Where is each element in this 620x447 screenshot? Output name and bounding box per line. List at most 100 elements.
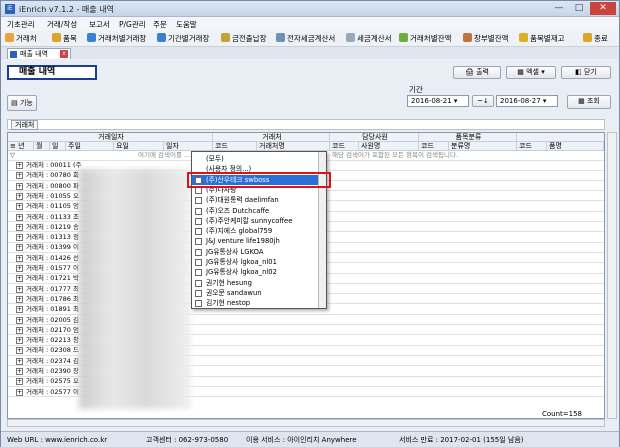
expand-icon[interactable]: + — [16, 244, 23, 252]
toolbar-warehouse-balance-button[interactable]: 창부별잔액 — [463, 33, 509, 45]
expand-icon[interactable]: + — [16, 162, 23, 169]
toolbar-invoice-button[interactable]: 세금계산서 — [346, 33, 392, 45]
maximize-button[interactable]: □ — [569, 2, 589, 15]
dropdown-item[interactable]: 권오문 sandawun — [192, 288, 318, 298]
checkbox[interactable] — [195, 217, 202, 225]
col-employee-name[interactable]: 사원명 — [359, 142, 419, 150]
dropdown-item[interactable]: JG유통상사 lgkoa_nl02 — [192, 267, 318, 277]
expand-icon[interactable]: + — [16, 378, 23, 386]
col-category-name[interactable]: 분류명 — [449, 142, 517, 150]
checkbox[interactable] — [195, 300, 202, 308]
minimize-button[interactable]: — — [549, 2, 569, 15]
dropdown-item[interactable]: (모두) — [192, 154, 318, 164]
checkbox[interactable] — [195, 197, 202, 205]
dropdown-item-label: (주)오즈 Dutchcaffe — [206, 206, 270, 215]
menu-item-order[interactable]: 주문 — [153, 19, 167, 30]
date-to-field[interactable]: 2016-08-27 ▾ — [496, 95, 558, 107]
dropdown-item-label: (주)주안케미칼 sunnycoffee — [206, 216, 293, 225]
checkbox[interactable] — [195, 228, 202, 236]
menu-item-help[interactable]: 도움말 — [176, 19, 197, 30]
toolbar-e-invoice-button[interactable]: 전자세금계산서 — [276, 33, 335, 45]
checkbox[interactable] — [195, 238, 202, 246]
col-weekday[interactable]: 요일 — [114, 142, 164, 150]
expand-icon[interactable]: + — [16, 295, 23, 303]
date-range-button[interactable]: ~↓ — [472, 95, 494, 107]
expand-icon[interactable]: + — [16, 285, 23, 293]
col-week[interactable]: 주일 — [66, 142, 114, 150]
vertical-scrollbar[interactable] — [607, 132, 617, 419]
horizontal-scrollbar[interactable] — [7, 419, 605, 427]
dropdown-item[interactable]: (주)주안케미칼 sunnycoffee — [192, 216, 318, 226]
checkbox[interactable] — [195, 279, 202, 287]
expand-icon[interactable]: + — [16, 254, 23, 262]
dropdown-item[interactable]: 권기현 hesung — [192, 278, 318, 288]
menu-item-trade[interactable]: 거래/작성 — [47, 19, 77, 30]
expand-icon[interactable]: + — [16, 203, 23, 211]
date-from-field[interactable]: 2016-08-21 ▾ — [407, 95, 469, 107]
expand-icon[interactable]: + — [16, 337, 23, 345]
print-button[interactable]: 🖨 출력 — [453, 66, 501, 79]
expand-icon[interactable]: + — [16, 388, 23, 396]
period-label: 기간 — [409, 85, 423, 94]
toolbar-exit-button[interactable]: 종료 — [583, 33, 608, 45]
col-date[interactable]: 일자 — [164, 142, 213, 150]
col-month[interactable]: 월 — [34, 142, 50, 150]
search-button[interactable]: ▦ 조회 — [567, 95, 611, 109]
expand-icon[interactable]: + — [16, 192, 23, 200]
toolbar-cashbook-button[interactable]: 금전출납장 — [221, 33, 267, 45]
checkbox[interactable] — [195, 289, 202, 297]
function-button[interactable]: ▤ 기능 — [7, 95, 37, 111]
expand-icon[interactable]: + — [16, 275, 23, 283]
checkbox[interactable] — [195, 248, 202, 256]
expand-icon[interactable]: + — [16, 306, 23, 314]
expand-icon[interactable]: + — [16, 357, 23, 365]
col-category-code[interactable]: 코드 — [419, 142, 449, 150]
dropdown-item[interactable]: JG유통상사 lgkoa_nl01 — [192, 257, 318, 267]
toolbar-period-ledger-button[interactable]: 기간별거래장 — [157, 33, 209, 45]
group-chip-customer[interactable]: 거래처 — [11, 120, 39, 130]
expand-icon[interactable]: + — [16, 234, 23, 242]
col-customer-code[interactable]: 코드 — [213, 142, 257, 150]
col-employee-code[interactable]: 코드 — [330, 142, 359, 150]
expand-icon[interactable]: + — [16, 213, 23, 221]
dropdown-item[interactable]: J&J venture life1980jh — [192, 236, 318, 246]
checkbox[interactable] — [195, 207, 202, 215]
expand-icon[interactable]: + — [16, 172, 23, 180]
grid-group-header: 거래일자 거래처 담당사원 품목분류 — [8, 133, 604, 142]
expand-icon[interactable]: + — [16, 223, 23, 231]
expand-icon[interactable]: + — [16, 326, 23, 334]
checkbox[interactable] — [195, 259, 202, 266]
dropdown-item[interactable]: (주)지에스 global759 — [192, 226, 318, 236]
toolbar-customer-balance-button[interactable]: 거래처별잔액 — [399, 33, 451, 45]
col-customer-name[interactable]: 거래처명 — [257, 142, 330, 150]
dropdown-item[interactable]: (주)오즈 Dutchcaffe — [192, 206, 318, 216]
close-window-button[interactable]: ✕ — [590, 2, 616, 15]
col-year[interactable]: ≡ 년 — [8, 142, 34, 150]
checkbox[interactable] — [195, 269, 202, 277]
expand-icon[interactable]: + — [16, 368, 23, 375]
dropdown-item[interactable]: 김기현 nestop — [192, 298, 318, 308]
expand-icon[interactable]: + — [16, 265, 23, 272]
close-tab-icon[interactable]: x — [60, 50, 68, 58]
toolbar-item-button[interactable]: 품목 — [52, 33, 77, 45]
expand-icon[interactable]: + — [16, 182, 23, 190]
dropdown-item-label: J&J venture life1980jh — [206, 237, 280, 246]
dropdown-item[interactable]: (주)대원통력 daelimfan — [192, 195, 318, 205]
toolbar-stock-button[interactable]: 품목별재고 — [519, 33, 565, 45]
tab-sales-history[interactable]: 매출 내역 x — [7, 48, 71, 59]
toolbar-customer-ledger-button[interactable]: 거래처별거래장 — [87, 33, 146, 45]
col-item-name[interactable]: 품명 — [547, 142, 604, 150]
menu-item-basic[interactable]: 기초관리 — [7, 19, 35, 30]
excel-button[interactable]: ▦ 엑셀 ▾ — [506, 66, 556, 79]
menu-item-pg[interactable]: P/G관리 — [119, 19, 146, 30]
close-button[interactable]: ◧ 닫기 — [561, 66, 611, 79]
toolbar-customer-button[interactable]: 거래처 — [5, 33, 37, 45]
dropdown-item[interactable]: JG유통상사 LGKOA — [192, 247, 318, 257]
app-icon: iE — [5, 4, 15, 14]
menu-item-report[interactable]: 보고서 — [89, 19, 110, 30]
row-group-label: 거래처 : 01219 송 — [26, 222, 79, 231]
expand-icon[interactable]: + — [16, 347, 23, 355]
col-day[interactable]: 일 — [50, 142, 66, 150]
col-item-code[interactable]: 코드 — [517, 142, 547, 150]
expand-icon[interactable]: + — [16, 316, 23, 324]
